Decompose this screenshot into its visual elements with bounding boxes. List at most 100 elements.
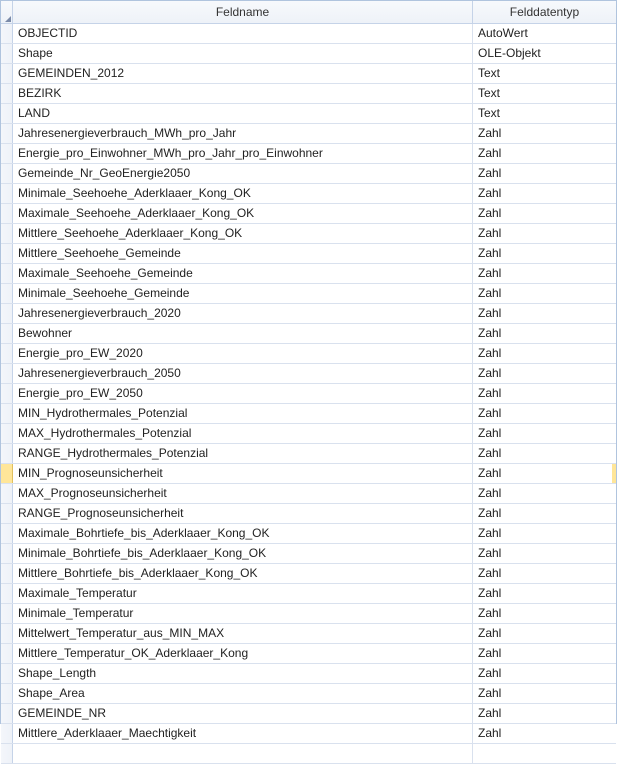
fieldname-cell[interactable]: Shape: [13, 44, 473, 63]
table-row[interactable]: MIN_PrognoseunsicherheitZahl: [1, 464, 616, 484]
header-datatype[interactable]: Felddatentyp: [473, 1, 616, 23]
select-all-corner[interactable]: [1, 1, 13, 23]
table-row[interactable]: Minimale_Seehoehe_GemeindeZahl: [1, 284, 616, 304]
fieldname-cell[interactable]: Maximale_Seehoehe_Gemeinde: [13, 264, 473, 283]
row-selector[interactable]: [1, 484, 13, 503]
table-row[interactable]: RANGE_PrognoseunsicherheitZahl: [1, 504, 616, 524]
fieldname-cell[interactable]: Minimale_Temperatur: [13, 604, 473, 623]
row-selector[interactable]: [1, 304, 13, 323]
datatype-cell[interactable]: Zahl: [473, 384, 616, 403]
datatype-cell[interactable]: Zahl: [473, 464, 616, 483]
fieldname-cell[interactable]: [13, 744, 473, 763]
table-row[interactable]: Mittlere_Seehoehe_Aderklaaer_Kong_OKZahl: [1, 224, 616, 244]
table-row[interactable]: Jahresenergieverbrauch_2020Zahl: [1, 304, 616, 324]
row-selector[interactable]: [1, 604, 13, 623]
row-selector[interactable]: [1, 44, 13, 63]
fieldname-cell[interactable]: Jahresenergieverbrauch_MWh_pro_Jahr: [13, 124, 473, 143]
table-row[interactable]: Energie_pro_Einwohner_MWh_pro_Jahr_pro_E…: [1, 144, 616, 164]
datatype-cell[interactable]: Zahl: [473, 584, 616, 603]
row-selector[interactable]: [1, 24, 13, 43]
row-selector[interactable]: [1, 204, 13, 223]
fieldname-cell[interactable]: Maximale_Temperatur: [13, 584, 473, 603]
table-row[interactable]: Shape_LengthZahl: [1, 664, 616, 684]
fieldname-cell[interactable]: BEZIRK: [13, 84, 473, 103]
row-selector[interactable]: [1, 264, 13, 283]
table-row[interactable]: LANDText: [1, 104, 616, 124]
row-selector[interactable]: [1, 384, 13, 403]
row-selector[interactable]: [1, 224, 13, 243]
fieldname-cell[interactable]: Minimale_Bohrtiefe_bis_Aderklaaer_Kong_O…: [13, 544, 473, 563]
row-selector[interactable]: [1, 104, 13, 123]
table-row[interactable]: Mittlere_Seehoehe_GemeindeZahl: [1, 244, 616, 264]
table-row[interactable]: Gemeinde_Nr_GeoEnergie2050Zahl: [1, 164, 616, 184]
table-row[interactable]: GEMEINDEN_2012Text: [1, 64, 616, 84]
row-selector[interactable]: [1, 444, 13, 463]
datatype-cell[interactable]: Zahl: [473, 324, 616, 343]
datatype-cell[interactable]: Zahl: [473, 704, 616, 723]
fieldname-cell[interactable]: Mittelwert_Temperatur_aus_MIN_MAX: [13, 624, 473, 643]
row-selector[interactable]: [1, 564, 13, 583]
datatype-cell[interactable]: Zahl: [473, 264, 616, 283]
table-row[interactable]: OBJECTIDAutoWert: [1, 24, 616, 44]
table-row[interactable]: MAX_Hydrothermales_PotenzialZahl: [1, 424, 616, 444]
row-selector[interactable]: [1, 704, 13, 723]
datatype-cell[interactable]: OLE-Objekt: [473, 44, 616, 63]
row-selector[interactable]: [1, 324, 13, 343]
datatype-cell[interactable]: Zahl: [473, 504, 616, 523]
datatype-cell[interactable]: Text: [473, 64, 616, 83]
table-row[interactable]: BEZIRKText: [1, 84, 616, 104]
fieldname-cell[interactable]: Minimale_Seehoehe_Gemeinde: [13, 284, 473, 303]
row-selector[interactable]: [1, 344, 13, 363]
datatype-cell[interactable]: Text: [473, 84, 616, 103]
datatype-cell[interactable]: Zahl: [473, 564, 616, 583]
table-row[interactable]: RANGE_Hydrothermales_PotenzialZahl: [1, 444, 616, 464]
fieldname-cell[interactable]: Minimale_Seehoehe_Aderklaaer_Kong_OK: [13, 184, 473, 203]
datatype-cell[interactable]: Zahl: [473, 344, 616, 363]
row-selector[interactable]: [1, 284, 13, 303]
datatype-cell[interactable]: Zahl: [473, 304, 616, 323]
datatype-cell[interactable]: Zahl: [473, 604, 616, 623]
row-selector[interactable]: [1, 244, 13, 263]
fieldname-cell[interactable]: Maximale_Seehoehe_Aderklaaer_Kong_OK: [13, 204, 473, 223]
datatype-cell[interactable]: Zahl: [473, 284, 616, 303]
fieldname-cell[interactable]: MAX_Prognoseunsicherheit: [13, 484, 473, 503]
datatype-cell[interactable]: Zahl: [473, 524, 616, 543]
datatype-cell[interactable]: Zahl: [473, 484, 616, 503]
row-selector[interactable]: [1, 184, 13, 203]
row-selector[interactable]: [1, 624, 13, 643]
fieldname-cell[interactable]: RANGE_Prognoseunsicherheit: [13, 504, 473, 523]
row-selector[interactable]: [1, 524, 13, 543]
table-row[interactable]: Minimale_TemperaturZahl: [1, 604, 616, 624]
table-row[interactable]: Jahresenergieverbrauch_2050Zahl: [1, 364, 616, 384]
table-row[interactable]: Jahresenergieverbrauch_MWh_pro_JahrZahl: [1, 124, 616, 144]
row-selector[interactable]: [1, 464, 13, 483]
row-selector[interactable]: [1, 584, 13, 603]
datatype-cell[interactable]: Zahl: [473, 684, 616, 703]
row-selector[interactable]: [1, 504, 13, 523]
fieldname-cell[interactable]: Energie_pro_EW_2020: [13, 344, 473, 363]
row-selector[interactable]: [1, 644, 13, 663]
datatype-cell[interactable]: Zahl: [473, 624, 616, 643]
datatype-cell[interactable]: Zahl: [473, 664, 616, 683]
table-row[interactable]: Maximale_Seehoehe_Aderklaaer_Kong_OKZahl: [1, 204, 616, 224]
row-selector[interactable]: [1, 724, 13, 743]
row-selector[interactable]: [1, 164, 13, 183]
row-selector[interactable]: [1, 744, 13, 763]
table-row[interactable]: Mittelwert_Temperatur_aus_MIN_MAXZahl: [1, 624, 616, 644]
table-row[interactable]: Minimale_Seehoehe_Aderklaaer_Kong_OKZahl: [1, 184, 616, 204]
row-selector[interactable]: [1, 544, 13, 563]
fieldname-cell[interactable]: Bewohner: [13, 324, 473, 343]
fieldname-cell[interactable]: RANGE_Hydrothermales_Potenzial: [13, 444, 473, 463]
fieldname-cell[interactable]: GEMEINDEN_2012: [13, 64, 473, 83]
row-selector[interactable]: [1, 684, 13, 703]
table-row[interactable]: ShapeOLE-Objekt: [1, 44, 616, 64]
table-row[interactable]: Mittlere_Temperatur_OK_Aderklaaer_KongZa…: [1, 644, 616, 664]
datatype-cell[interactable]: Zahl: [473, 724, 616, 743]
row-selector[interactable]: [1, 424, 13, 443]
table-row[interactable]: MIN_Hydrothermales_PotenzialZahl: [1, 404, 616, 424]
fieldname-cell[interactable]: LAND: [13, 104, 473, 123]
fieldname-cell[interactable]: Mittlere_Bohrtiefe_bis_Aderklaaer_Kong_O…: [13, 564, 473, 583]
fieldname-cell[interactable]: Mittlere_Seehoehe_Gemeinde: [13, 244, 473, 263]
fieldname-cell[interactable]: Jahresenergieverbrauch_2050: [13, 364, 473, 383]
row-selector[interactable]: [1, 664, 13, 683]
